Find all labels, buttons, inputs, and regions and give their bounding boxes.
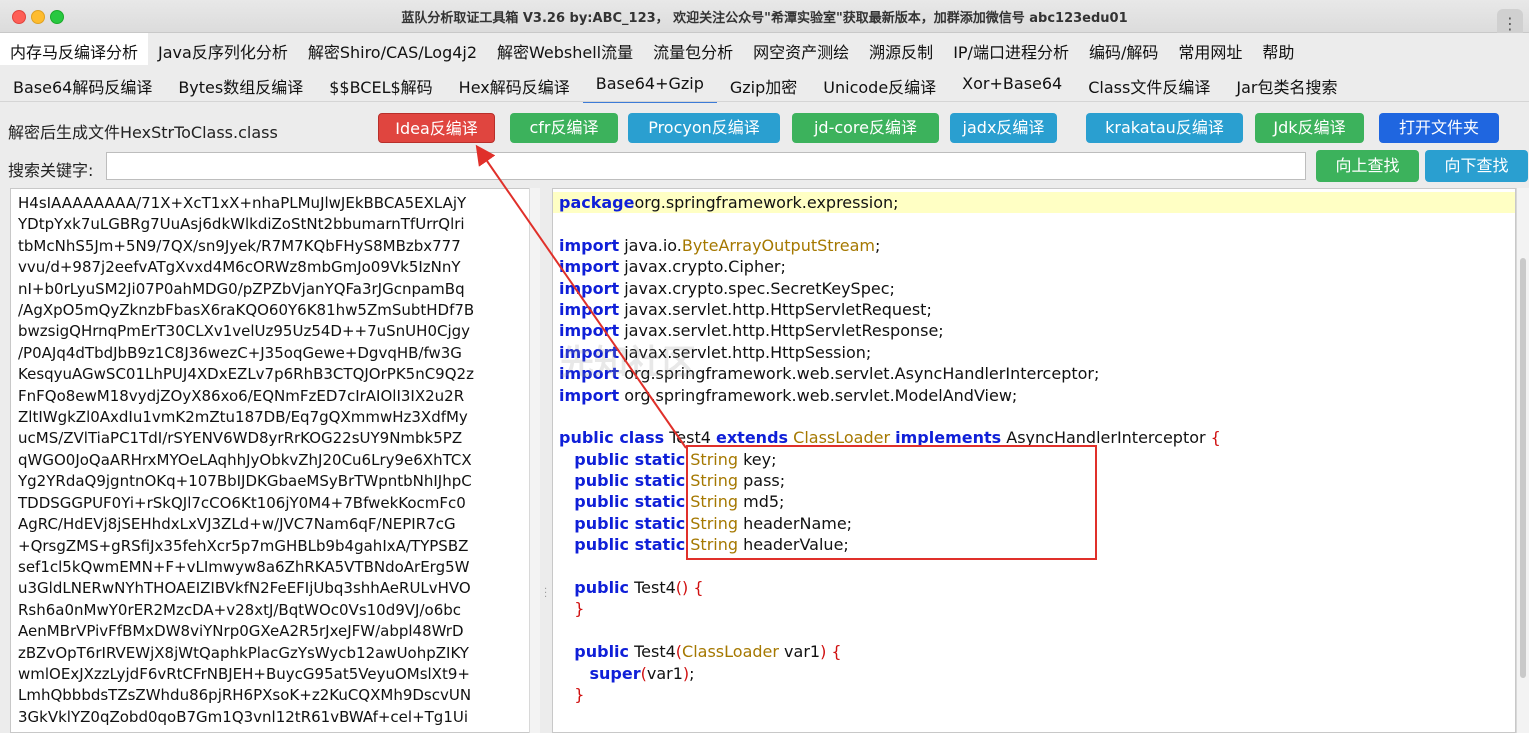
annotation-arrow xyxy=(475,144,687,449)
